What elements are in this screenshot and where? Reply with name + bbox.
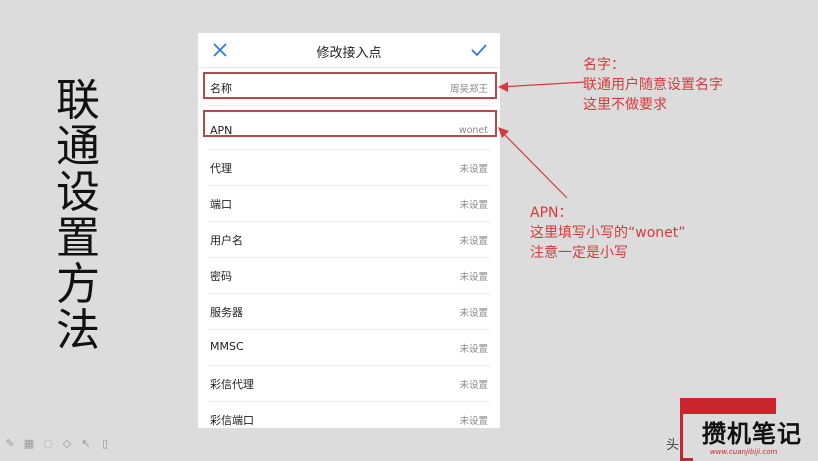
apn-arrow-line (499, 129, 568, 199)
watermark-url: www.cuanjibiji.com (710, 448, 778, 456)
apn-note: APN： 这里填写小写的“wonet” 注意一定是小写 (530, 203, 686, 263)
chat-icon[interactable]: ◌ (42, 438, 54, 450)
watermark-tag (680, 398, 776, 414)
watermark-bracket (680, 414, 693, 461)
note-line: 联通用户随意设置名字 (583, 77, 723, 93)
pointer-icon[interactable]: ↖ (80, 438, 92, 450)
note-line: APN： (530, 205, 573, 221)
grid-icon[interactable]: ▦ (23, 438, 35, 450)
watermark-text: 攒机笔记 (702, 420, 802, 448)
pen-icon[interactable]: ✎ (4, 438, 16, 450)
note-line: 注意一定是小写 (530, 245, 628, 261)
name-arrow-line (499, 81, 586, 88)
note-line: 名字： (583, 57, 625, 73)
name-arrowhead (498, 82, 508, 92)
name-note: 名字： 联通用户随意设置名字 这里不做要求 (583, 55, 723, 115)
apn-arrowhead (498, 127, 509, 138)
eraser-icon[interactable]: ◇ (61, 438, 73, 450)
slideshow-toolbar: ✎ ▦ ◌ ◇ ↖ ▯ (4, 438, 111, 450)
marker-icon[interactable]: ▯ (99, 438, 111, 450)
site-watermark: 头 攒机笔记 www.cuanjibiji.com (666, 398, 818, 461)
note-line: 这里填写小写的“wonet” (530, 225, 686, 241)
note-line: 这里不做要求 (583, 97, 667, 113)
watermark-tail: 头 (666, 438, 680, 453)
